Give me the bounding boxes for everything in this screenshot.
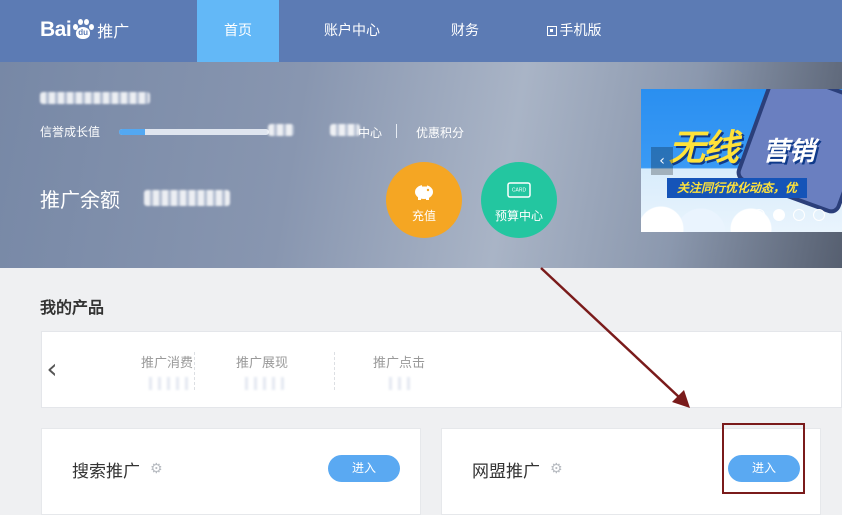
carousel-dot[interactable] [813, 209, 825, 221]
banner-subtitle: 关注同行优化动态，优 [667, 178, 808, 198]
stat-item: 推广消费 [112, 352, 222, 390]
carousel-dot[interactable] [793, 209, 805, 221]
baidu-paw-icon: du [72, 19, 95, 41]
hero-divider [396, 124, 397, 138]
qr-grid-icon [546, 26, 557, 36]
section-title: 我的产品 [40, 298, 105, 317]
product-stats-card: ‹ 推广消费 推广展现 推广点击 [41, 331, 842, 408]
points-link[interactable]: 优惠积分 [416, 124, 464, 141]
account-hero: 信誉成长值 中心 优惠积分 推广余额 充值 CARD 预算中心 无线 营销 关注… [0, 62, 842, 268]
annotation-highlight-box [722, 423, 805, 494]
center-link[interactable]: 中心 [358, 124, 382, 141]
enter-button[interactable]: 进入 [328, 455, 400, 482]
stat-divider [334, 352, 335, 390]
carousel-prev-icon[interactable]: ‹ [651, 147, 673, 175]
top-nav: Bai du 推广 首页 账户中心 财务 手机版 [0, 0, 842, 62]
credit-progress-fill [119, 129, 145, 135]
promo-banner-carousel[interactable]: 无线 营销 关注同行优化动态，优 ‹ [641, 89, 842, 232]
stat-item: 推广展现 [207, 352, 317, 390]
stat-name: 推广点击 [372, 356, 425, 371]
svg-text:CARD: CARD [512, 188, 527, 194]
piggy-bank-icon [415, 185, 433, 200]
budget-center-label: 预算中心 [494, 209, 543, 223]
stat-name: 推广展现 [235, 356, 288, 371]
credit-value-redacted [268, 124, 294, 136]
carousel-dot[interactable] [753, 209, 765, 221]
product-card-search: 搜索推广 ⚙ 进入 [41, 428, 421, 515]
credit-label: 信誉成长值 [40, 125, 101, 139]
card-icon: CARD [507, 182, 531, 198]
carousel-dot-active[interactable] [773, 209, 785, 221]
stat-value-redacted [143, 377, 191, 390]
stat-item: 推广点击 [344, 352, 454, 390]
stat-value-redacted [239, 377, 285, 390]
chevron-left-icon[interactable]: ‹ [42, 354, 62, 384]
product-card-title: 搜索推广 [72, 462, 140, 482]
center-name-redacted [330, 124, 360, 136]
baidu-tuiguang-logo[interactable]: Bai du 推广 [40, 14, 129, 46]
logo-text: Bai [40, 18, 72, 41]
stat-value-redacted [383, 377, 415, 390]
credit-progress-bar [119, 129, 269, 135]
nav-item-home[interactable]: 首页 [197, 0, 279, 62]
nav-item-mobile-label: 手机版 [559, 23, 602, 39]
balance-value-redacted [144, 190, 230, 206]
username-redacted [40, 92, 150, 104]
gear-icon[interactable]: ⚙ [150, 461, 163, 477]
recharge-button[interactable]: 充值 [386, 162, 462, 238]
budget-center-button[interactable]: CARD 预算中心 [481, 162, 557, 238]
banner-title-yellow: 无线 [669, 128, 739, 169]
logo-suffix: 推广 [97, 22, 130, 41]
banner-title-white: 营销 [763, 137, 816, 167]
logo-du: du [78, 28, 89, 37]
stat-divider [194, 352, 195, 390]
carousel-dots [753, 209, 825, 221]
gear-icon[interactable]: ⚙ [550, 461, 563, 477]
recharge-label: 充值 [411, 209, 436, 223]
nav-item-finance[interactable]: 财务 [430, 0, 500, 62]
nav-item-mobile[interactable]: 手机版 [535, 0, 613, 62]
nav-item-account-center[interactable]: 账户中心 [310, 0, 394, 62]
stat-name: 推广消费 [140, 356, 193, 371]
balance-label: 推广余额 [40, 188, 120, 212]
product-card-title: 网盟推广 [472, 462, 540, 482]
